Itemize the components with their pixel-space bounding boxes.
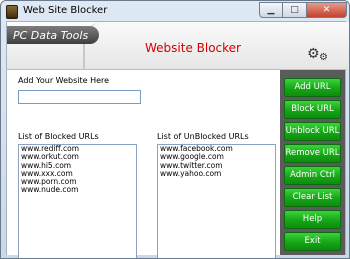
app-heading: Website Blocker — [145, 41, 241, 55]
unblocked-list-label: List of UnBlocked URLs — [157, 132, 249, 141]
clear-list-button[interactable]: Clear List — [284, 188, 341, 207]
window-controls: ▁ □ ✕ — [259, 2, 347, 19]
maximize-button[interactable]: □ — [283, 2, 307, 18]
client-area: PC Data Tools Website Blocker ⚙ ⚙ Add Yo… — [6, 21, 349, 258]
exit-button[interactable]: Exit — [284, 232, 341, 251]
blocked-url-list[interactable]: www.rediff.com www.orkut.com www.hi5.com… — [18, 144, 137, 258]
main-panel: Add Your Website Here List of Blocked UR… — [7, 70, 281, 258]
header-banner: PC Data Tools Website Blocker ⚙ ⚙ — [7, 22, 349, 70]
small-gear-icon: ⚙ — [319, 52, 328, 63]
list-item[interactable]: www.nude.com — [19, 186, 136, 195]
app-icon[interactable] — [6, 5, 18, 19]
help-button[interactable]: Help — [284, 210, 341, 229]
minimize-button[interactable]: ▁ — [259, 2, 283, 18]
window-title: Web Site Blocker — [23, 5, 108, 16]
remove-url-button[interactable]: Remove URL — [284, 144, 341, 163]
unblock-url-button[interactable]: Unblock URL — [284, 122, 341, 141]
unblocked-url-list[interactable]: www.facebook.com www.google.com www.twit… — [157, 144, 276, 258]
admin-ctrl-button[interactable]: Admin Ctrl — [284, 166, 341, 185]
blocked-list-label: List of Blocked URLs — [18, 132, 99, 141]
brand-tab: PC Data Tools — [7, 26, 99, 44]
brand-logo-text: PC Data Tools — [13, 29, 89, 42]
block-url-button[interactable]: Block URL — [284, 100, 341, 119]
add-url-button[interactable]: Add URL — [284, 78, 341, 97]
add-website-label: Add Your Website Here — [18, 76, 110, 85]
list-item[interactable]: www.yahoo.com — [158, 169, 275, 178]
app-window: Web Site Blocker ▁ □ ✕ PC Data Tools Web… — [0, 0, 350, 259]
title-bar[interactable]: Web Site Blocker ▁ □ ✕ — [1, 1, 349, 21]
action-sidebar: Add URL Block URL Unblock URL Remove URL… — [280, 70, 345, 255]
url-input[interactable] — [18, 90, 141, 104]
gear-icon: ⚙ — [307, 46, 320, 62]
close-button[interactable]: ✕ — [307, 2, 347, 18]
